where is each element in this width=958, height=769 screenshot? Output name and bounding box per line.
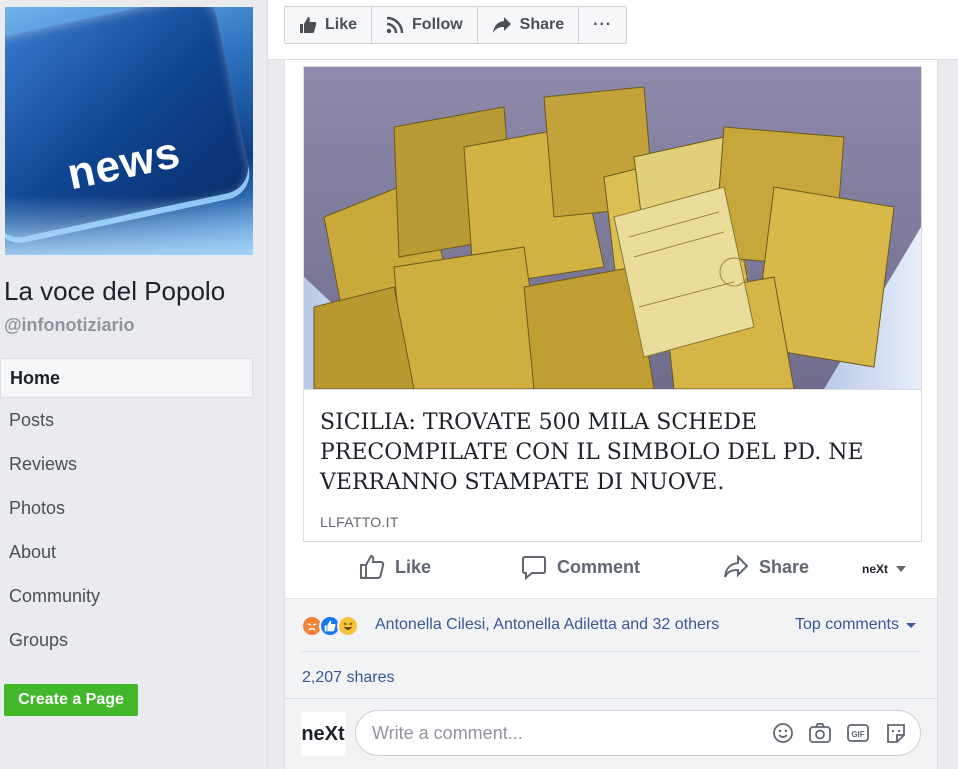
svg-text:GIF: GIF	[851, 730, 864, 739]
link-preview-image[interactable]	[304, 67, 921, 389]
create-page-button[interactable]: Create a Page	[4, 684, 138, 716]
comment-composer: neXt Write a comment... GIF	[285, 698, 937, 769]
post-comment-button[interactable]: Comment	[521, 554, 640, 580]
nav-item-reviews[interactable]: Reviews	[0, 444, 253, 488]
reactions-summary: Antonella Cilesi, Antonella Adiletta and…	[285, 598, 937, 698]
avatar-logo: neXt	[301, 722, 345, 745]
thumbs-up-icon	[300, 17, 317, 33]
page-like-label: Like	[325, 16, 358, 33]
reaction-icons[interactable]	[301, 615, 359, 637]
thumbs-up-outline-icon	[360, 554, 385, 579]
post-actions: Like Comment Share neXt	[303, 544, 922, 594]
page-action-group: Like Follow Share ···	[284, 6, 628, 44]
page-title[interactable]: La voce del Popolo	[4, 276, 225, 307]
page-like-button[interactable]: Like	[285, 7, 373, 43]
post-like-label: Like	[395, 556, 432, 577]
more-dots-icon: ···	[593, 16, 613, 33]
shares-count[interactable]: 2,207 shares	[302, 669, 395, 687]
page-share-button[interactable]: Share	[478, 7, 580, 43]
page-sidebar: news La voce del Popolo @infonotiziario …	[0, 0, 268, 769]
reactors-list[interactable]: Antonella Cilesi, Antonella Adiletta and…	[375, 616, 719, 634]
nav-item-groups[interactable]: Groups	[0, 620, 253, 664]
haha-reaction-icon	[337, 615, 359, 637]
comment-input[interactable]: Write a comment... GIF	[355, 710, 921, 756]
caret-down-icon	[896, 566, 906, 572]
page-follow-label: Follow	[412, 16, 463, 33]
link-domain: LLFATTO.IT	[320, 514, 399, 530]
comment-bubble-icon	[522, 556, 546, 580]
ballot-box-photo	[304, 67, 921, 389]
link-preview-text[interactable]: SICILIA: TROVATE 500 MILA SCHEDE PRECOMP…	[304, 389, 921, 541]
post-like-button[interactable]: Like	[359, 554, 431, 580]
page-share-label: Share	[519, 16, 565, 33]
post-share-button[interactable]: Share	[723, 554, 809, 580]
page-handle[interactable]: @infonotiziario	[4, 315, 135, 336]
caret-down-icon	[906, 623, 916, 628]
share-arrow-icon	[492, 17, 511, 33]
emoji-icon[interactable]	[772, 722, 794, 744]
nav-item-photos[interactable]: Photos	[0, 488, 253, 532]
share-outline-icon	[724, 554, 749, 578]
more-options-button[interactable]: ···	[579, 7, 626, 43]
actor-logo: neXt	[861, 562, 888, 576]
nav-item-posts[interactable]: Posts	[0, 400, 253, 444]
page-profile-picture[interactable]: news	[5, 7, 253, 255]
camera-icon[interactable]	[808, 722, 832, 744]
nav-item-home[interactable]: Home	[0, 358, 253, 398]
rss-icon	[386, 16, 404, 34]
avatar[interactable]: neXt	[301, 712, 345, 756]
page-follow-button[interactable]: Follow	[372, 7, 478, 43]
comment-placeholder: Write a comment...	[372, 723, 523, 743]
post-card: SICILIA: TROVATE 500 MILA SCHEDE PRECOMP…	[284, 60, 938, 769]
nav-item-about[interactable]: About	[0, 532, 253, 576]
comment-sort-label: Top comments	[794, 616, 899, 633]
sticker-icon[interactable]	[884, 722, 908, 744]
gif-icon[interactable]: GIF	[846, 722, 870, 744]
comment-tools: GIF	[758, 722, 908, 744]
link-headline[interactable]: SICILIA: TROVATE 500 MILA SCHEDE PRECOMP…	[320, 408, 910, 498]
post-as-selector[interactable]: neXt	[862, 562, 908, 576]
post-comment-label: Comment	[557, 556, 641, 577]
comment-sort-dropdown[interactable]: Top comments	[795, 616, 917, 634]
page-nav: Home Posts Reviews Photos About Communit…	[0, 358, 253, 664]
post-share-label: Share	[759, 556, 810, 577]
nav-item-community[interactable]: Community	[0, 576, 253, 620]
page-action-bar: Like Follow Share ···	[268, 0, 958, 60]
link-preview[interactable]: SICILIA: TROVATE 500 MILA SCHEDE PRECOMP…	[303, 66, 922, 542]
